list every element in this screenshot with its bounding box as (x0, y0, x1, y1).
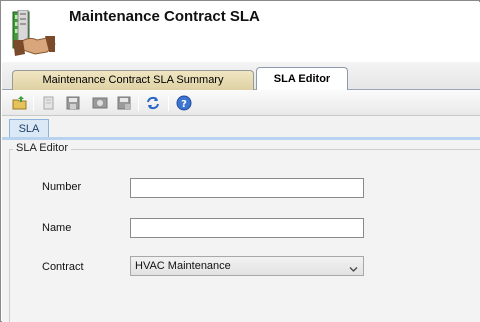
contract-label: Contract (42, 261, 84, 273)
sla-editor-panel: SLA Editor Number Name Contract HVAC Mai… (2, 140, 480, 322)
tab-sla-editor[interactable]: SLA Editor (256, 67, 348, 91)
toolbar: ? (2, 90, 480, 116)
add-icon[interactable] (12, 95, 28, 111)
tab-strip: Maintenance Contract SLA Summary SLA Edi… (2, 62, 480, 91)
header: Maintenance Contract SLA (2, 2, 480, 62)
contract-selected-value: HVAC Maintenance (135, 260, 231, 272)
save-icon[interactable] (65, 95, 81, 111)
group-title: SLA Editor (13, 142, 71, 154)
svg-text:?: ? (181, 99, 187, 110)
page-title: Maintenance Contract SLA (69, 8, 260, 25)
tab-sla-summary[interactable]: Maintenance Contract SLA Summary (12, 70, 254, 91)
window-frame: Maintenance Contract SLA Maintenance Con… (0, 0, 480, 322)
toolbar-separator (168, 95, 169, 111)
save-new-icon[interactable] (116, 95, 132, 111)
chevron-down-icon (349, 262, 358, 272)
toolbar-separator (138, 95, 139, 111)
tab-sla[interactable]: SLA (9, 119, 49, 139)
name-label: Name (42, 222, 72, 234)
contract-select[interactable]: HVAC Maintenance (130, 256, 364, 276)
save-close-icon[interactable] (92, 95, 108, 111)
help-icon[interactable]: ? (176, 95, 192, 111)
number-field[interactable] (130, 178, 364, 198)
number-label: Number (42, 181, 82, 193)
contract-handshake-icon (11, 9, 57, 58)
copy-icon[interactable] (41, 95, 57, 111)
name-field[interactable] (130, 218, 364, 238)
toolbar-separator (33, 95, 34, 111)
refresh-icon[interactable] (145, 95, 161, 111)
inner-tab-strip: SLA (2, 116, 480, 139)
